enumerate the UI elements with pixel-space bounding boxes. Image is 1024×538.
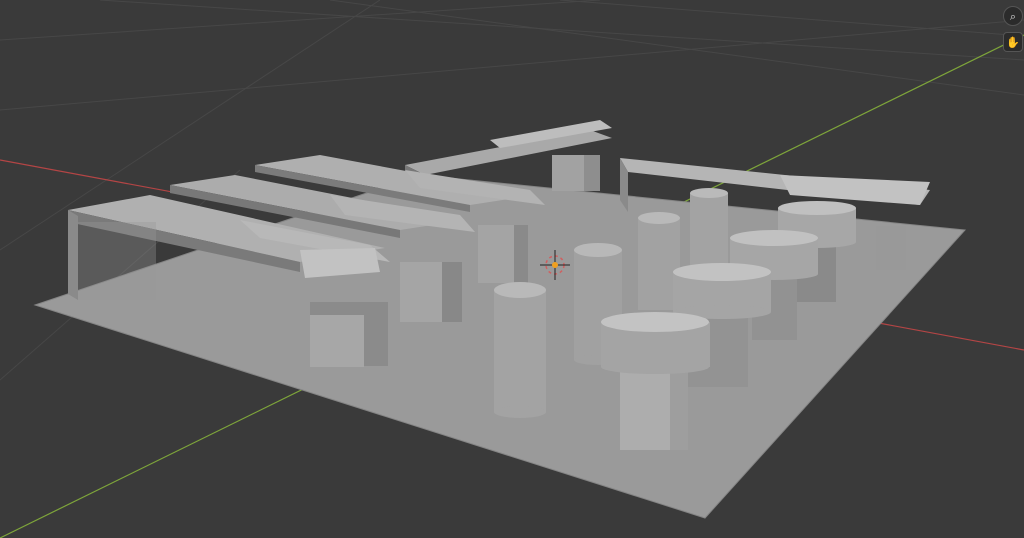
hand-icon[interactable]: ✋ (1003, 32, 1023, 52)
search-icon[interactable]: ⌕ (1003, 6, 1023, 26)
viewport-overlay-controls: ⌕ ✋ (1002, 6, 1024, 52)
3d-viewport[interactable] (0, 0, 1024, 538)
origin-point (552, 262, 558, 268)
